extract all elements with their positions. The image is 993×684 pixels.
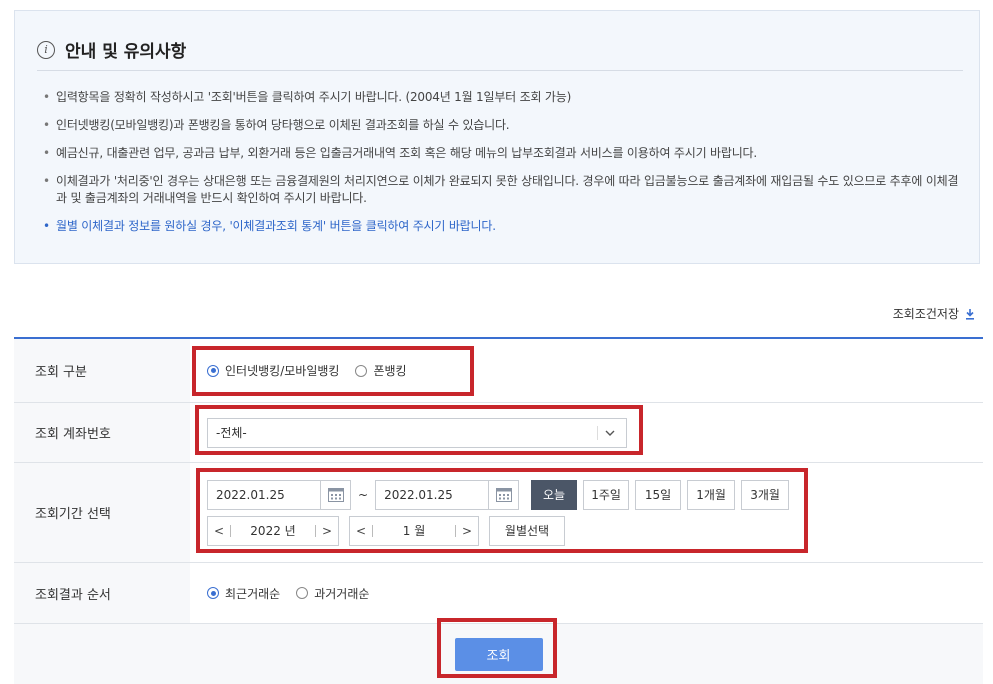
save-condition-button[interactable]: 조회조건저장 [893,305,975,322]
info-icon: i [37,40,55,59]
download-icon [965,308,975,320]
month-picker: < 2022 년 > < 1 월 > 월별선택 [207,515,983,546]
order-label: 조회결과 순서 [14,563,190,623]
chevron-left-icon[interactable]: < [350,524,372,538]
year-value: 2022 년 [250,524,296,538]
notice-item: 예금신규, 대출관련 업무, 공과금 납부, 외환거래 등은 입출금거래내역 조… [43,145,963,162]
month-stepper: < 1 월 > [349,515,479,546]
notice-header: i 안내 및 유의사항 [37,37,186,62]
radio-label: 과거거래순 [314,586,370,601]
quick-1month-button[interactable]: 1개월 [687,479,736,510]
row-query-type: 조회 구분 인터넷뱅킹/모바일뱅킹 폰뱅킹 [14,339,983,403]
notice-item: 이체결과가 '처리중'인 경우는 상대은행 또는 금융결제원의 처리지연으로 이… [43,173,963,207]
radio-recent-first[interactable]: 최근거래순 [207,585,280,602]
account-select-value: -전체- [216,426,247,440]
divider [37,70,963,71]
quick-3months-button[interactable]: 3개월 [741,479,790,510]
date-range: 2022.01.25 ~ 2022.01.25 오늘 1주일 15일 1개월 3… [207,479,983,510]
radio-label: 인터넷뱅킹/모바일뱅킹 [225,364,340,378]
month-value: 1 월 [402,524,426,538]
quick-15days-button[interactable]: 15일 [635,479,682,510]
range-tilde: ~ [358,487,369,502]
notice-item: 입력항목을 정확히 작성하시고 '조회'버튼을 클릭하여 주시기 바랍니다. (… [43,89,963,106]
quick-1week-button[interactable]: 1주일 [583,479,630,510]
row-period: 조회기간 선택 2022.01.25 ~ 2022.01.25 오늘 1주일 1… [14,463,983,563]
notice-item: 인터넷뱅킹(모바일뱅킹)과 폰뱅킹을 통하여 당타행으로 이체된 결과조회를 하… [43,117,963,134]
submit-button[interactable]: 조회 [454,637,543,671]
notice-box: i 안내 및 유의사항 입력항목을 정확히 작성하시고 '조회'버튼을 클릭하여… [14,10,980,264]
account-select[interactable]: -전체- [207,417,627,448]
notice-item: 월별 이체결과 정보를 원하실 경우, '이체결과조회 통계' 버튼을 클릭하여… [43,218,963,235]
radio-label: 최근거래순 [225,586,281,601]
radio-dot [207,587,219,599]
start-date-input[interactable]: 2022.01.25 [207,479,321,510]
query-type-radio-group: 인터넷뱅킹/모바일뱅킹 폰뱅킹 [207,362,983,379]
month-select-button[interactable]: 월별선택 [489,515,565,546]
radio-internet-banking[interactable]: 인터넷뱅킹/모바일뱅킹 [207,362,339,379]
radio-dot [296,587,309,599]
row-order: 조회결과 순서 최근거래순 과거거래순 [14,563,983,624]
account-label: 조회 계좌번호 [14,403,190,462]
calendar-icon[interactable] [321,479,351,510]
chevron-right-icon[interactable]: > [456,524,478,538]
quick-today-button[interactable]: 오늘 [531,479,578,510]
query-form: 조회 구분 인터넷뱅킹/모바일뱅킹 폰뱅킹 조회 계좌번호 -전체- 조회기간 … [14,337,983,684]
period-label: 조회기간 선택 [14,463,190,562]
notice-list: 입력항목을 정확히 작성하시고 '조회'버튼을 클릭하여 주시기 바랍니다. (… [43,89,963,246]
calendar-icon[interactable] [489,479,520,510]
radio-dot [355,364,368,377]
notice-title: 안내 및 유의사항 [65,42,187,62]
end-date-input[interactable]: 2022.01.25 [375,479,490,510]
year-stepper: < 2022 년 > [207,515,339,546]
radio-phone-banking[interactable]: 폰뱅킹 [355,362,407,379]
radio-label: 폰뱅킹 [373,364,407,378]
radio-dot [207,364,219,377]
chevron-right-icon[interactable]: > [316,524,338,538]
row-account: 조회 계좌번호 -전체- [14,403,983,463]
radio-oldest-first[interactable]: 과거거래순 [296,585,369,602]
chevron-down-icon [597,425,622,440]
submit-area: 조회 [14,624,983,684]
query-type-label: 조회 구분 [14,339,190,402]
order-radio-group: 최근거래순 과거거래순 [207,585,983,602]
chevron-left-icon[interactable]: < [208,524,230,538]
save-condition-label: 조회조건저장 [892,307,959,321]
